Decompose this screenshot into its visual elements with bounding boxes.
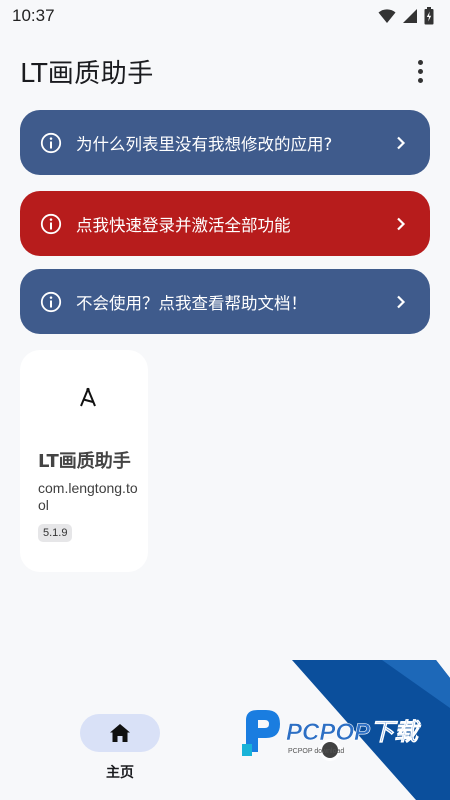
app-name: LT画质助手 <box>38 451 131 472</box>
banner-login-activate[interactable]: 点我快速登录并激活全部功能 <box>20 191 430 256</box>
signal-icon <box>403 9 417 23</box>
app-package-name: com.lengtong.tool <box>38 480 138 513</box>
chevron-right-icon <box>397 136 406 149</box>
status-bar: 10:37 <box>0 0 450 32</box>
info-icon <box>40 213 62 234</box>
banner-missing-apps[interactable]: 为什么列表里没有我想修改的应用? <box>20 110 430 175</box>
nav-home-tab[interactable]: 主页 <box>80 714 160 782</box>
banner-label: 为什么列表里没有我想修改的应用? <box>76 134 333 154</box>
more-options-button[interactable] <box>408 53 432 89</box>
watermark-brand: PCPOP下载 <box>286 719 422 746</box>
pcpop-watermark: PCPOP下载 PCPOP download <box>240 660 450 800</box>
banner-label: 不会使用？点我查看帮助文档！ <box>76 293 307 313</box>
nav-home-label: 主页 <box>106 765 134 781</box>
app-title: LT画质助手 <box>20 58 154 89</box>
status-time: 10:37 <box>12 6 55 25</box>
more-vert-icon <box>417 59 423 65</box>
pcpop-logo-icon <box>242 710 280 756</box>
nav-home-pill <box>80 714 160 752</box>
watermark-subtitle: PCPOP download <box>288 748 344 755</box>
app-version-badge: 5.1.9 <box>38 524 73 542</box>
info-icon <box>40 291 62 312</box>
wifi-icon <box>378 9 396 23</box>
battery-icon <box>424 7 434 25</box>
compass-icon <box>80 387 96 407</box>
app-card[interactable]: LT画质助手 com.lengtong.tool 5.1.9 <box>20 350 148 572</box>
banner-label: 点我快速登录并激活全部功能 <box>76 215 291 235</box>
chevron-right-icon <box>397 217 406 230</box>
info-icon <box>40 132 62 153</box>
home-icon <box>110 724 130 742</box>
more-vert-dot <box>417 68 423 74</box>
app-bar: LT画质助手 <box>0 44 450 98</box>
more-vert-dot <box>417 77 423 83</box>
chevron-right-icon <box>397 295 406 308</box>
status-icons <box>378 7 434 25</box>
banner-help-docs[interactable]: 不会使用？点我查看帮助文档！ <box>20 269 430 334</box>
watermark-graphic: PCPOP下载 PCPOP download <box>242 660 450 800</box>
